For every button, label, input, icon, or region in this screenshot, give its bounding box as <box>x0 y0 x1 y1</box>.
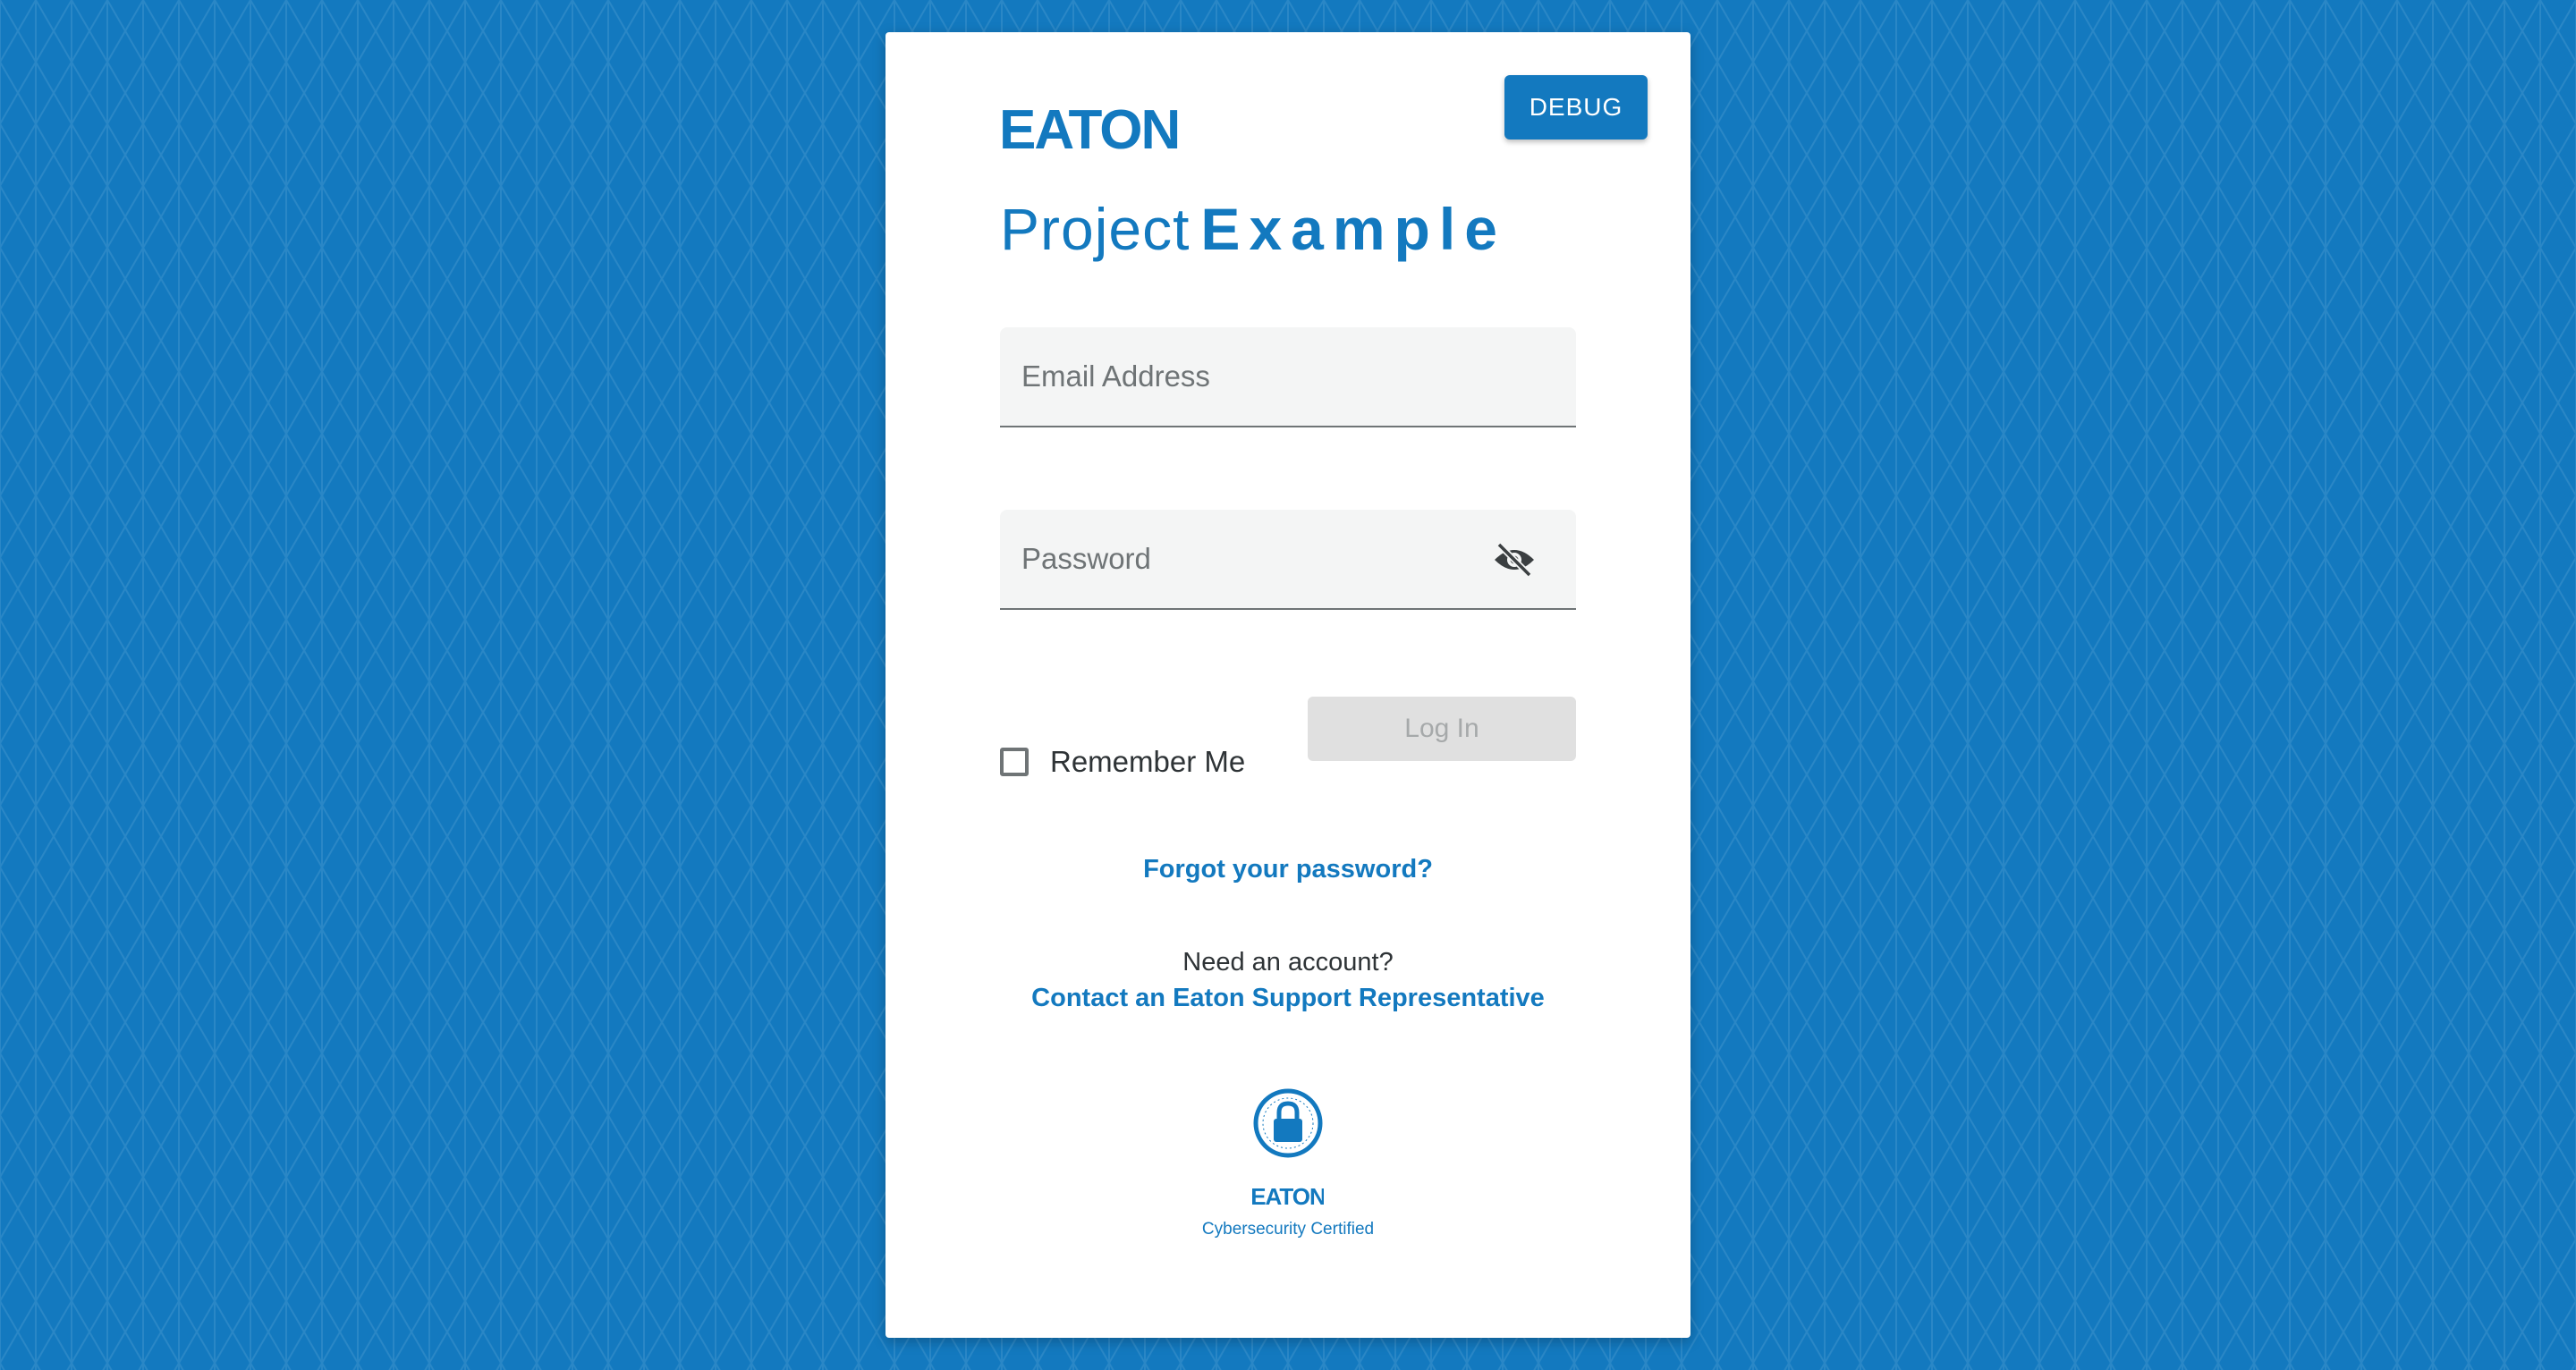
contact-support-link[interactable]: Contact an Eaton Support Representative <box>886 984 1690 1013</box>
page-title: Project Example <box>1000 184 1506 274</box>
eaton-small-logo: EATON <box>1252 1183 1324 1209</box>
remember-me-checkbox[interactable]: Remember Me <box>1000 726 1245 798</box>
lock-icon <box>1253 1088 1323 1158</box>
need-account-text: Need an account? <box>1182 948 1394 977</box>
email-field[interactable] <box>1000 327 1576 427</box>
password-field[interactable] <box>1000 510 1576 610</box>
forgot-password-link[interactable]: Forgot your password? <box>886 855 1690 884</box>
title-project: Project <box>1000 196 1191 262</box>
svg-text:EATON: EATON <box>1252 1183 1324 1209</box>
cybersecurity-badge: EATON Cybersecurity Certified <box>1199 1087 1377 1248</box>
eaton-logo-mark: EATON <box>999 104 1178 154</box>
debug-button[interactable]: DEBUG <box>1504 75 1648 140</box>
password-input[interactable] <box>1000 510 1576 608</box>
svg-text:EATON: EATON <box>999 104 1178 154</box>
email-input[interactable] <box>1000 327 1576 426</box>
cybersecurity-label: Cybersecurity Certified <box>1201 1220 1375 1239</box>
checkbox-box[interactable] <box>1000 748 1029 776</box>
login-button[interactable]: Log In <box>1308 697 1576 761</box>
login-card: EATON DEBUG ProjectExample Remember Me L… <box>886 32 1690 1338</box>
eaton-logo: EATON <box>999 88 1178 170</box>
title-example: Example <box>1200 196 1506 262</box>
remember-me-label: Remember Me <box>1050 745 1246 778</box>
eye-off-icon[interactable] <box>1492 542 1537 578</box>
